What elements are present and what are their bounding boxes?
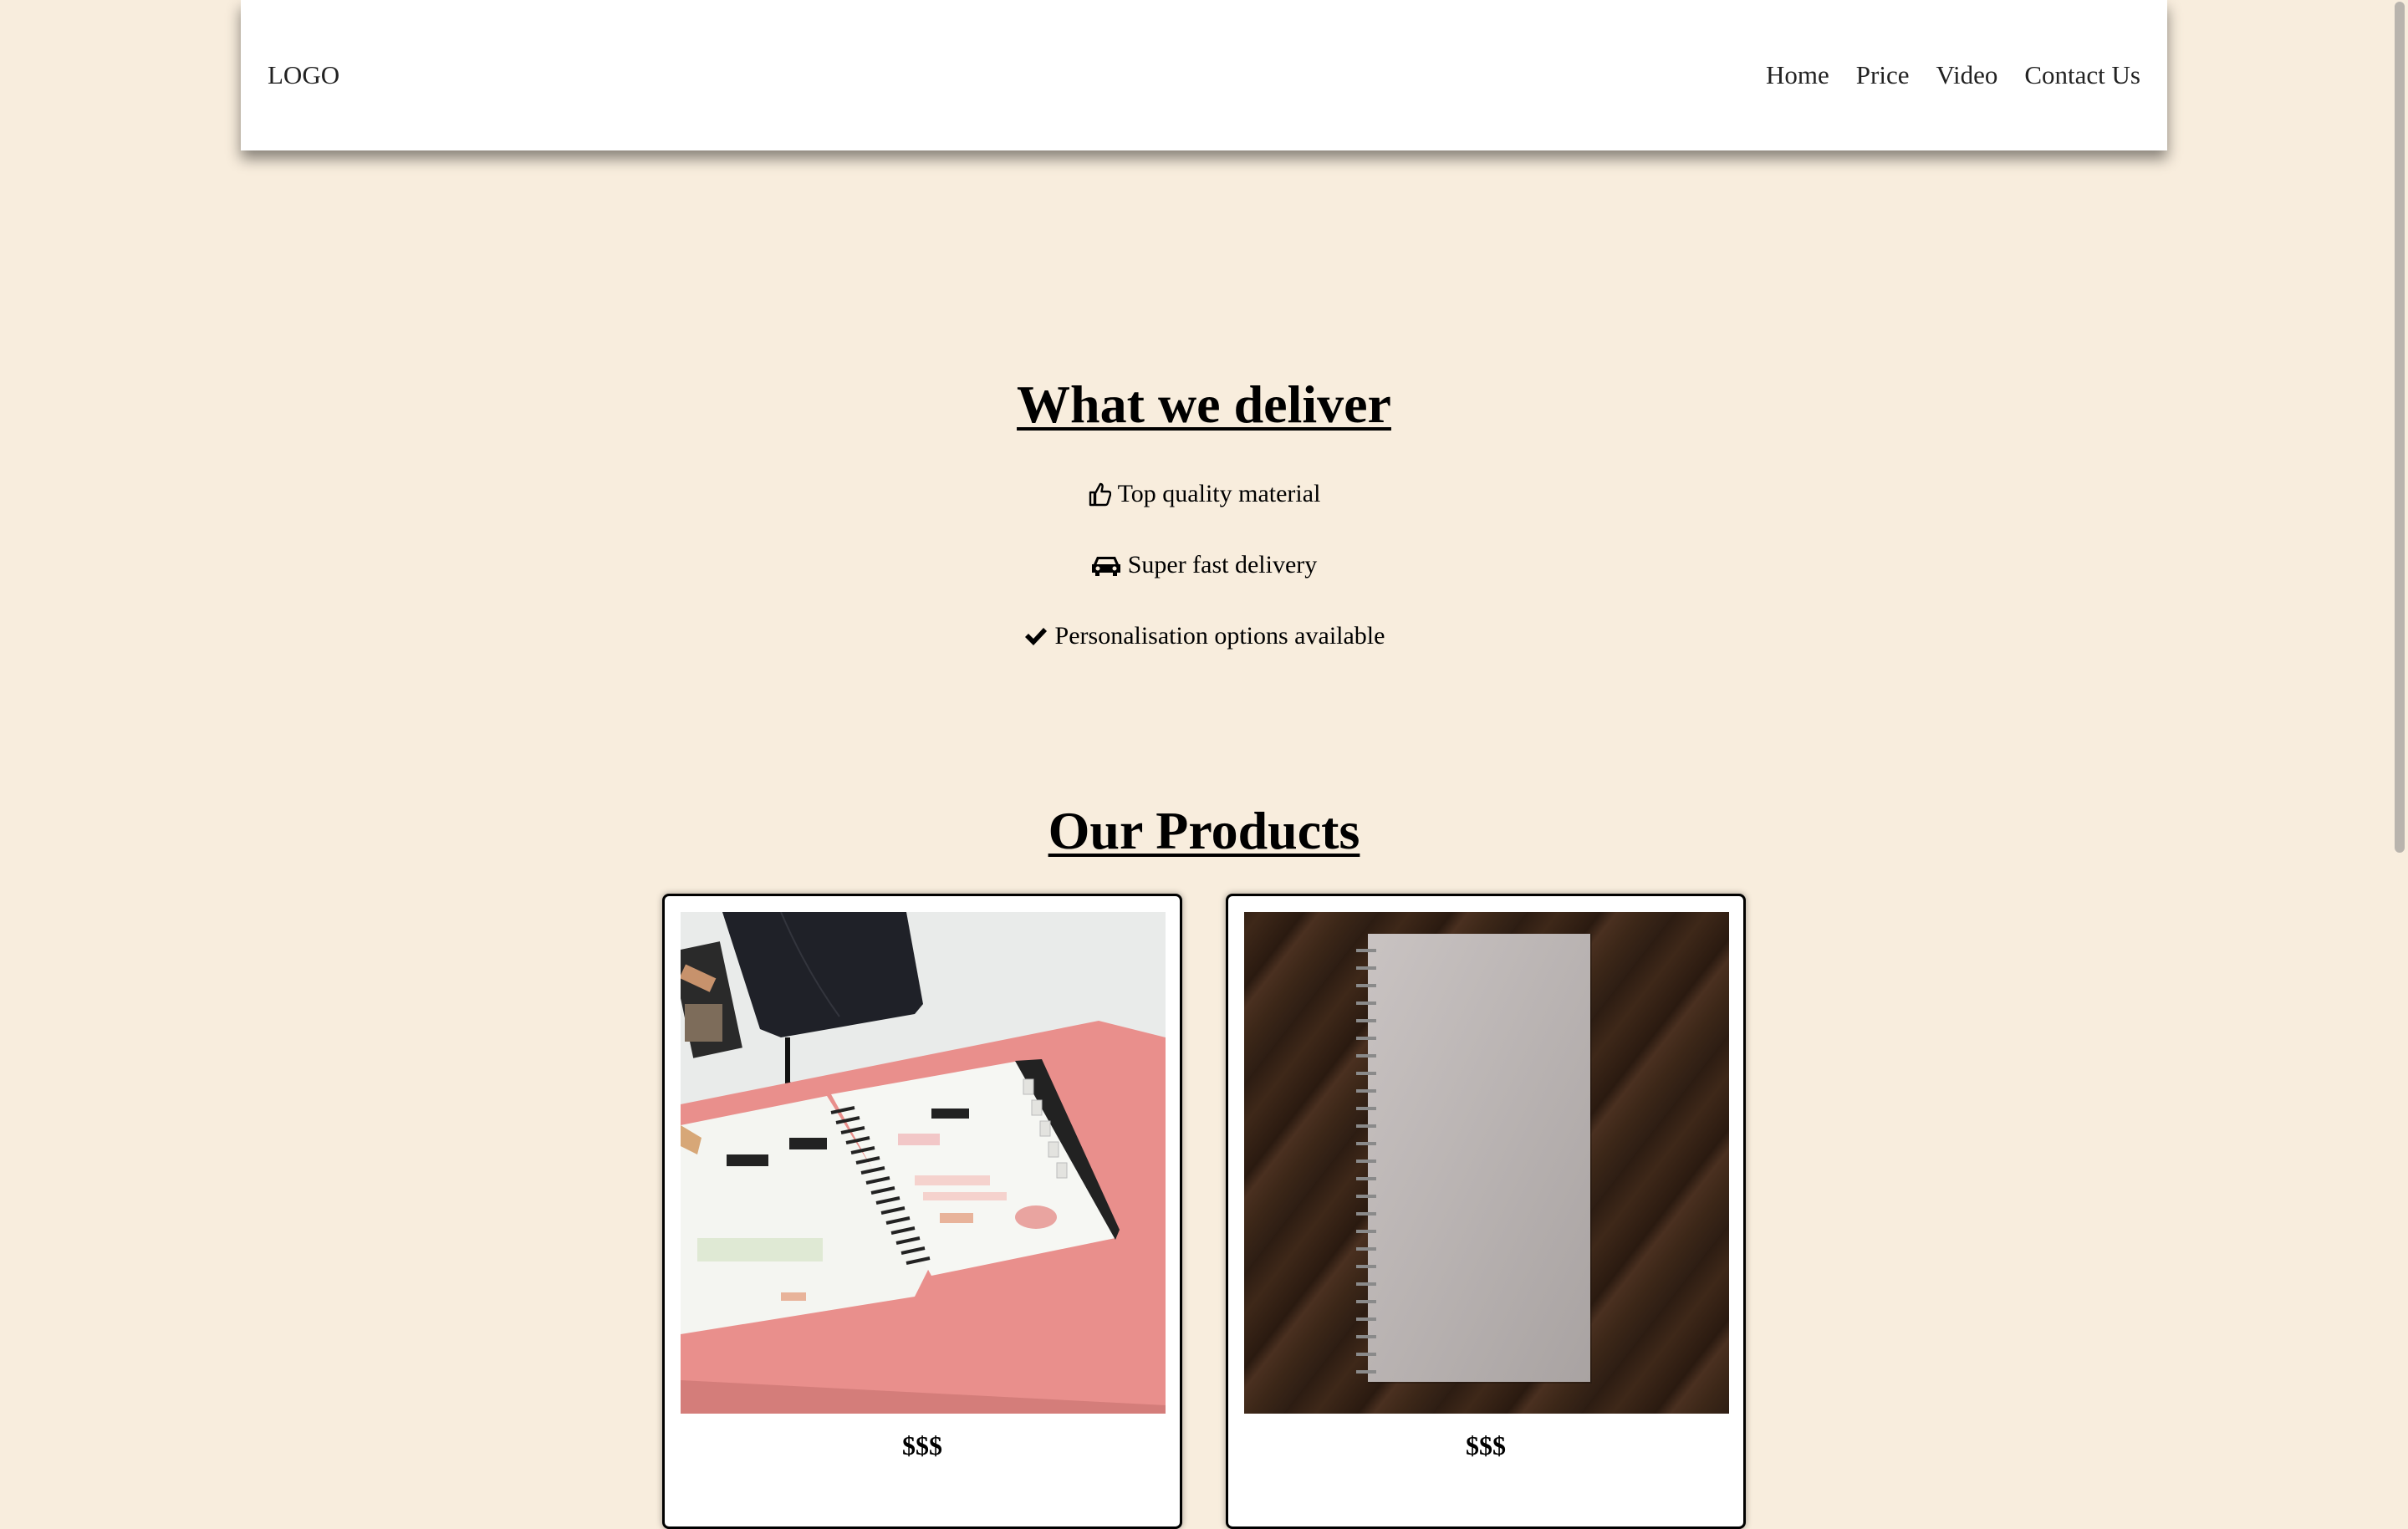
feature-item: Personalisation options available [0,600,2408,671]
scrollbar-track[interactable] [2383,0,2408,1505]
planner-photo [681,912,1166,1414]
feature-item: Super fast delivery [0,529,2408,600]
site-header: LOGO Home Price Video Contact Us [241,0,2167,150]
product-card[interactable]: $$$ [1226,894,1746,1529]
notebook-photo [1244,912,1729,1414]
nav-contact-link[interactable]: Contact Us [2024,60,2140,90]
nav-price-link[interactable]: Price [1856,60,1910,90]
products-section: Our Products [0,794,2408,868]
feature-list: Top quality material Super fast delivery… [0,458,2408,671]
feature-text: Top quality material [1117,480,1321,507]
logo[interactable]: LOGO [268,60,339,90]
nav-home-link[interactable]: Home [1766,60,1829,90]
products-title: Our Products [1048,801,1360,860]
nav-video-link[interactable]: Video [1936,60,1997,90]
scrollbar-thumb[interactable] [2395,2,2405,853]
deliver-title: What we deliver [1017,375,1391,434]
main-nav: Home Price Video Contact Us [1766,60,2140,90]
feature-item: Top quality material [0,458,2408,529]
product-price: $$$ [902,1430,942,1460]
product-cards: $$$ $$$ [662,894,1746,1529]
feature-text: Personalisation options available [1054,622,1385,650]
feature-text: Super fast delivery [1127,551,1318,578]
car-icon [1091,553,1121,577]
deliver-section: What we deliver Top quality material Sup… [0,368,2408,671]
product-price: $$$ [1466,1430,1506,1460]
thumbs-up-icon [1088,482,1111,507]
check-icon [1023,625,1048,647]
product-card[interactable]: $$$ [662,894,1182,1529]
